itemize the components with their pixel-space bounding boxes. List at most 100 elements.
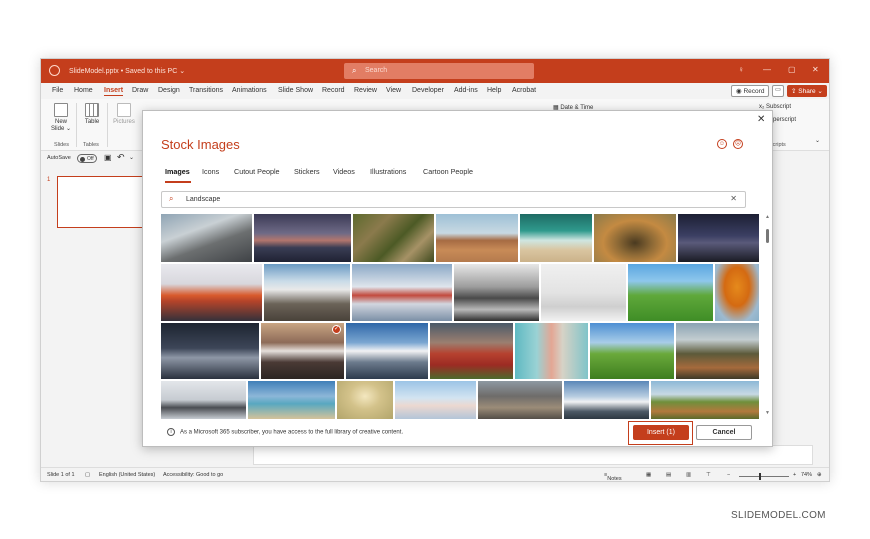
- image-tile[interactable]: [590, 323, 674, 379]
- record-button[interactable]: ◉ Record: [731, 85, 770, 97]
- pictures-button[interactable]: Pictures: [109, 103, 139, 125]
- undo-dropdown-icon[interactable]: ⌄: [129, 154, 134, 161]
- lightbulb-icon[interactable]: ♀: [738, 65, 744, 74]
- image-tile[interactable]: [254, 214, 351, 262]
- scrollbar-thumb[interactable]: [766, 229, 769, 243]
- tab-insert[interactable]: Insert: [104, 87, 124, 96]
- scroll-up-icon[interactable]: ▲: [765, 214, 770, 220]
- tab-add-ins[interactable]: Add-ins: [454, 87, 478, 94]
- collapse-ribbon-icon[interactable]: ⌄: [815, 137, 820, 144]
- search-box[interactable]: ⌕ Search: [344, 63, 534, 79]
- fit-slide-icon[interactable]: ⊕: [817, 472, 822, 478]
- undo-icon[interactable]: ↶: [117, 152, 125, 163]
- accessibility-text[interactable]: Accessibility: Good to go: [163, 472, 223, 478]
- tab-stickers[interactable]: Stickers: [294, 167, 320, 176]
- zoom-in-icon[interactable]: +: [793, 472, 796, 478]
- normal-view-icon[interactable]: ▦: [646, 472, 651, 478]
- tab-file[interactable]: File: [52, 87, 63, 94]
- zoom-slider[interactable]: [739, 476, 789, 477]
- search-input[interactable]: Landscape: [186, 196, 220, 203]
- smile-feedback-icon[interactable]: ☺: [717, 139, 727, 149]
- image-tile[interactable]: [678, 214, 759, 262]
- slideshow-view-icon[interactable]: ⊤: [706, 472, 711, 478]
- clear-search-icon[interactable]: ✕: [730, 194, 737, 203]
- notes-button[interactable]: ≡ Notes: [604, 472, 622, 481]
- image-tile[interactable]: [352, 264, 452, 321]
- tab-icons[interactable]: Icons: [202, 167, 219, 176]
- image-tile[interactable]: [541, 264, 626, 321]
- tab-record[interactable]: Record: [322, 87, 345, 94]
- image-tile[interactable]: [337, 381, 393, 419]
- comments-icon[interactable]: ▭: [772, 85, 784, 97]
- record-label: Record: [743, 88, 765, 95]
- tab-draw[interactable]: Draw: [132, 87, 148, 94]
- image-tile[interactable]: [161, 381, 246, 419]
- image-tile[interactable]: [651, 381, 759, 419]
- zoom-slider-handle[interactable]: [759, 473, 761, 480]
- image-grid-scrollbar[interactable]: ▲ ▼: [764, 214, 771, 419]
- image-tile[interactable]: [436, 214, 518, 262]
- tab-acrobat[interactable]: Acrobat: [512, 87, 536, 94]
- tab-images[interactable]: Images: [165, 167, 190, 176]
- ribbon-divider: [107, 103, 108, 147]
- reading-view-icon[interactable]: ▥: [686, 472, 691, 478]
- minimize-icon[interactable]: —: [763, 65, 771, 74]
- frown-feedback-icon[interactable]: ☹: [733, 139, 743, 149]
- autosave-toggle[interactable]: Off: [77, 154, 97, 163]
- tab-home[interactable]: Home: [74, 87, 93, 94]
- image-tile[interactable]: [353, 214, 434, 262]
- tab-developer[interactable]: Developer: [412, 87, 444, 94]
- cancel-button[interactable]: Cancel: [696, 425, 752, 440]
- tab-slide-show[interactable]: Slide Show: [278, 87, 313, 94]
- image-tile selected-image-tile[interactable]: ✓: [261, 323, 344, 379]
- image-tile[interactable]: [478, 381, 562, 419]
- new-slide-button[interactable]: New Slide ⌄: [49, 103, 73, 132]
- close-window-icon[interactable]: ✕: [812, 65, 819, 74]
- image-tile[interactable]: [520, 214, 592, 262]
- tab-videos[interactable]: Videos: [333, 167, 355, 176]
- tab-cutout-people[interactable]: Cutout People: [234, 167, 280, 176]
- image-tile[interactable]: [430, 323, 513, 379]
- slide-thumbnail[interactable]: [57, 176, 145, 228]
- image-tile[interactable]: [346, 323, 428, 379]
- image-tile[interactable]: [395, 381, 476, 419]
- insert-button[interactable]: Insert (1): [633, 425, 689, 440]
- tab-illustrations[interactable]: Illustrations: [370, 167, 406, 176]
- image-tile[interactable]: [594, 214, 676, 262]
- tab-review[interactable]: Review: [354, 87, 377, 94]
- image-tile[interactable]: [715, 264, 759, 321]
- slide-sorter-icon[interactable]: ▤: [666, 472, 671, 478]
- image-tile[interactable]: [628, 264, 713, 321]
- image-tile[interactable]: [161, 323, 259, 379]
- image-tile[interactable]: [676, 323, 759, 379]
- tab-animations[interactable]: Animations: [232, 87, 267, 94]
- close-icon[interactable]: ✕: [757, 114, 765, 125]
- scroll-down-icon[interactable]: ▼: [765, 410, 770, 416]
- image-tile[interactable]: [161, 264, 262, 321]
- notes-pane[interactable]: [253, 445, 813, 465]
- tab-design[interactable]: Design: [158, 87, 180, 94]
- document-title[interactable]: SlideModel.pptx • Saved to this PC ⌄: [69, 67, 185, 75]
- save-icon[interactable]: ▣: [104, 153, 112, 162]
- language-text[interactable]: English (United States): [99, 472, 155, 478]
- tab-help[interactable]: Help: [487, 87, 501, 94]
- share-button[interactable]: ⇪ Share ⌄: [787, 85, 827, 97]
- subscriber-info: i As a Microsoft 365 subscriber, you have…: [167, 428, 403, 436]
- tab-transitions[interactable]: Transitions: [189, 87, 223, 94]
- image-tile[interactable]: [161, 214, 252, 262]
- tab-view[interactable]: View: [386, 87, 401, 94]
- image-tile[interactable]: [515, 323, 588, 379]
- image-tile[interactable]: [454, 264, 539, 321]
- image-tile[interactable]: [248, 381, 335, 419]
- tab-cartoon-people[interactable]: Cartoon People: [423, 167, 473, 176]
- autosave-state: Off: [87, 156, 94, 162]
- zoom-level[interactable]: 74%: [801, 472, 812, 478]
- image-tile[interactable]: [564, 381, 649, 419]
- table-button[interactable]: Table: [79, 103, 105, 125]
- spelling-icon[interactable]: ▢: [85, 472, 90, 478]
- image-tile[interactable]: [264, 264, 350, 321]
- stock-search-box[interactable]: ⌕ Landscape ✕: [161, 191, 746, 208]
- zoom-out-icon[interactable]: −: [727, 472, 730, 478]
- ribbon-tabs: File Home Insert Draw Design Transitions…: [41, 83, 829, 99]
- restore-icon[interactable]: ▢: [788, 65, 796, 74]
